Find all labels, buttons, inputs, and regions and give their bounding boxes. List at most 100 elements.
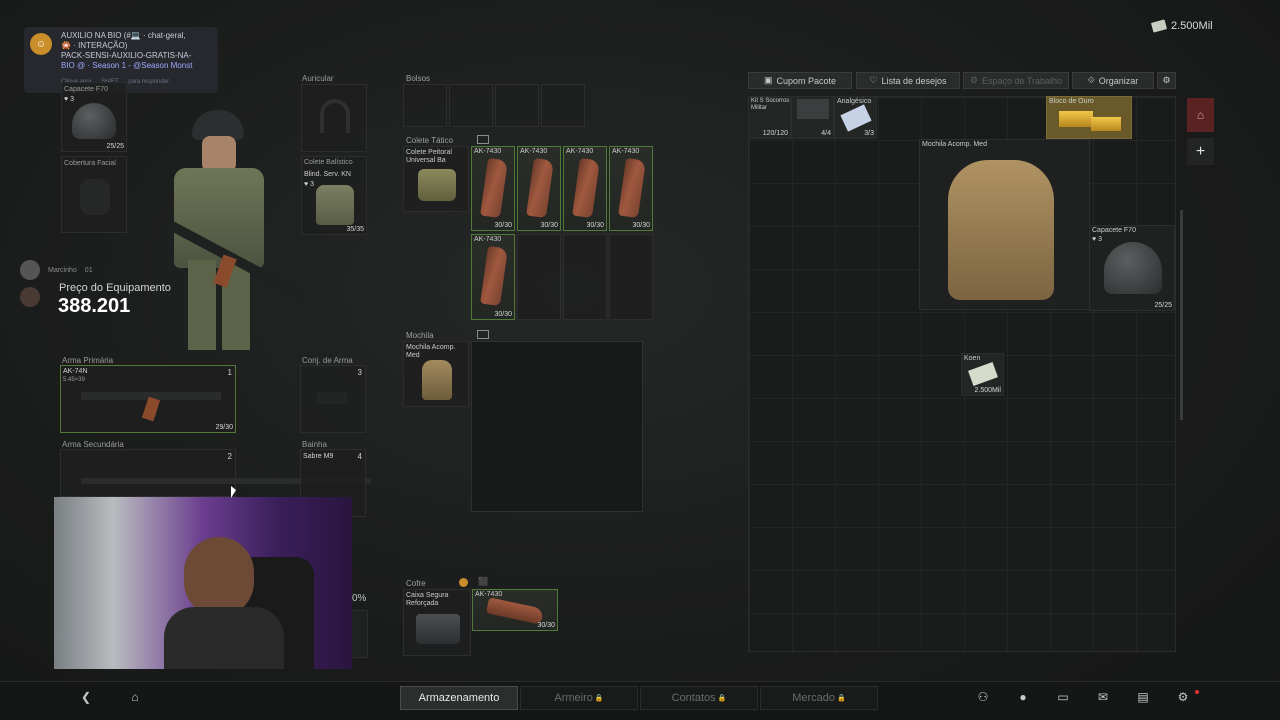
first-aid-kit-name: Kit S Socorros Militar — [751, 98, 790, 111]
cash-icon — [1150, 19, 1168, 33]
cash-item[interactable]: Koen 2.500Mil — [961, 353, 1004, 396]
backpack-grid[interactable] — [471, 341, 643, 512]
secondary-weapon-slot[interactable]: 2 — [60, 449, 371, 497]
magazine-name: AK-7430 — [474, 236, 502, 243]
discord-icon: ☺ — [30, 33, 52, 55]
webcam-person-body — [164, 607, 284, 669]
headgear-label: Capacete F70 — [64, 86, 108, 93]
pocket-slot[interactable] — [495, 84, 539, 127]
container-open-icon[interactable] — [477, 135, 489, 144]
gold-bar-name: Bloco de Ouro — [1049, 98, 1094, 105]
magazine-count: 30/30 — [494, 222, 512, 229]
magazine-item[interactable]: AK-7430 30/30 — [517, 146, 561, 231]
safe-item-name: Caixa Segura Reforçada — [406, 592, 449, 607]
squad-icon[interactable]: ⚇ — [973, 688, 993, 706]
safe-slot[interactable]: Caixa Segura Reforçada — [403, 589, 471, 656]
notification-dot — [1195, 690, 1199, 694]
pin-icon[interactable]: ⬛ — [478, 577, 490, 587]
armor-slot[interactable]: Colete Balístico Blind. Serv. KN ♥ 3 35/… — [301, 156, 367, 235]
magazine-name: AK-7430 — [520, 148, 548, 155]
chat-icon[interactable]: ▭ — [1053, 688, 1073, 706]
magazine-item[interactable]: AK-7430 30/30 — [471, 234, 515, 320]
magazine-item[interactable]: AK-7430 30/30 — [609, 146, 653, 231]
tab-market[interactable]: Mercado 🔒 — [760, 686, 878, 710]
pocket-slot[interactable] — [541, 84, 585, 127]
organize-button[interactable]: ⟐ Organizar — [1072, 72, 1154, 89]
headgear-durability: ♥ 3 — [64, 96, 74, 103]
rig-vest-icon — [418, 169, 456, 201]
heart-icon: ♡ — [869, 75, 878, 85]
webcam-person — [184, 537, 254, 617]
holster-item-name: Sabre M9 — [303, 453, 334, 460]
helmet-durability: ♥ 3 — [1092, 236, 1102, 243]
magazine-name: AK-7430 — [475, 591, 503, 598]
badge-icon — [459, 578, 468, 587]
workspace-button[interactable]: ⚙ Espaço de Trabalho — [963, 72, 1069, 89]
armor-label: Colete Balístico — [304, 159, 353, 166]
back-arrow-icon[interactable]: ❮ — [76, 688, 96, 706]
stash-item-count: 4/4 — [821, 130, 831, 137]
coupon-button[interactable]: ▣ Cupom Pacote — [748, 72, 852, 89]
stash-scrollbar[interactable] — [1180, 210, 1183, 420]
rig-empty-slot[interactable] — [563, 234, 607, 320]
magazine-item[interactable]: AK-7430 30/30 — [472, 589, 558, 631]
stash-settings-button[interactable]: ⚙ — [1157, 72, 1176, 89]
armor-count: 35/35 — [346, 226, 364, 233]
tab-armory[interactable]: Armeiro 🔒 — [520, 686, 638, 710]
painkiller-item[interactable]: Analgésico 3/3 — [834, 96, 877, 139]
cash-icon — [968, 362, 998, 386]
pill-blister-icon — [840, 104, 872, 132]
organize-icon: ⟐ — [1087, 75, 1095, 85]
backpack-label: Mochila — [406, 331, 434, 340]
armor-vest-icon — [316, 185, 354, 225]
helmet-item-name: Capacete F70 — [1092, 227, 1136, 234]
primary-weapon-slot[interactable]: AK-74N 5.45×39 1 29/30 — [60, 365, 236, 433]
profile-icon[interactable]: ● — [1013, 688, 1033, 706]
rig-empty-slot[interactable] — [517, 234, 561, 320]
backpack-slot[interactable]: Mochila Acomp. Med — [403, 341, 469, 407]
avatar[interactable] — [20, 287, 40, 307]
face-cover-slot[interactable]: Cobertura Facial — [61, 156, 127, 233]
magazine-icon — [526, 157, 554, 219]
cash-item-count: 2.500Mil — [974, 387, 1001, 394]
magazine-count: 30/30 — [540, 222, 558, 229]
money-display: 2.500Mil — [1150, 19, 1213, 33]
add-tab-button[interactable]: + — [1187, 138, 1214, 165]
home-icon[interactable]: ⌂ — [125, 688, 145, 706]
painkiller-count: 3/3 — [864, 130, 874, 137]
gold-bar-icon — [1091, 117, 1121, 131]
gold-bar-item[interactable]: Bloco de Ouro — [1046, 96, 1132, 139]
stash-item[interactable]: 4/4 — [791, 96, 834, 139]
magazine-item[interactable]: AK-7430 30/30 — [563, 146, 607, 231]
backpack-item[interactable]: Mochila Acomp. Med — [919, 139, 1090, 310]
wishlist-button[interactable]: ♡ Lista de desejos — [856, 72, 960, 89]
weapon-set-slot-number: 3 — [357, 368, 362, 377]
container-open-icon[interactable] — [477, 330, 489, 339]
tab-contacts[interactable]: Contatos 🔒 — [640, 686, 758, 710]
rig-empty-slot[interactable] — [609, 234, 653, 320]
workspace-label: Espaço de Trabalho — [982, 75, 1063, 86]
headgear-slot[interactable]: Capacete F70 ♥ 3 25/25 — [61, 82, 127, 152]
pocket-slot[interactable] — [449, 84, 493, 127]
discord-line: AUXILIO NA BIO (#💻 · chat-geral, — [61, 31, 186, 40]
squad-player[interactable]: Marcinho 01 — [20, 260, 93, 280]
safe-box-icon — [416, 614, 460, 644]
first-aid-kit-count: 120/120 — [762, 130, 788, 137]
character-leg — [188, 260, 216, 350]
rig-slot[interactable]: Colete Peitoral Universal Ba — [403, 146, 469, 212]
settings-gear-icon[interactable]: ⚙ — [1173, 688, 1193, 706]
weapon-set-slot[interactable]: 3 — [300, 365, 366, 433]
mail-icon[interactable]: ✉ — [1093, 688, 1113, 706]
helmet-item[interactable]: Capacete F70 ♥ 3 25/25 — [1089, 225, 1175, 311]
magazine-item[interactable]: AK-7430 30/30 — [471, 146, 515, 231]
document-icon[interactable]: ▤ — [1133, 688, 1153, 706]
pocket-slot[interactable] — [403, 84, 447, 127]
earpiece-slot[interactable] — [301, 84, 367, 152]
first-aid-kit-item[interactable]: Kit S Socorros Militar 120/120 — [748, 96, 791, 139]
home-tab-icon[interactable]: ⌂ — [1187, 98, 1214, 132]
primary-ammo-count: 29/30 — [215, 424, 233, 431]
tab-storage[interactable]: Armazenamento — [400, 686, 518, 710]
magazine-name: AK-7430 — [612, 148, 640, 155]
coupon-icon: ▣ — [763, 75, 773, 85]
tab-label: Armazenamento — [418, 692, 500, 704]
